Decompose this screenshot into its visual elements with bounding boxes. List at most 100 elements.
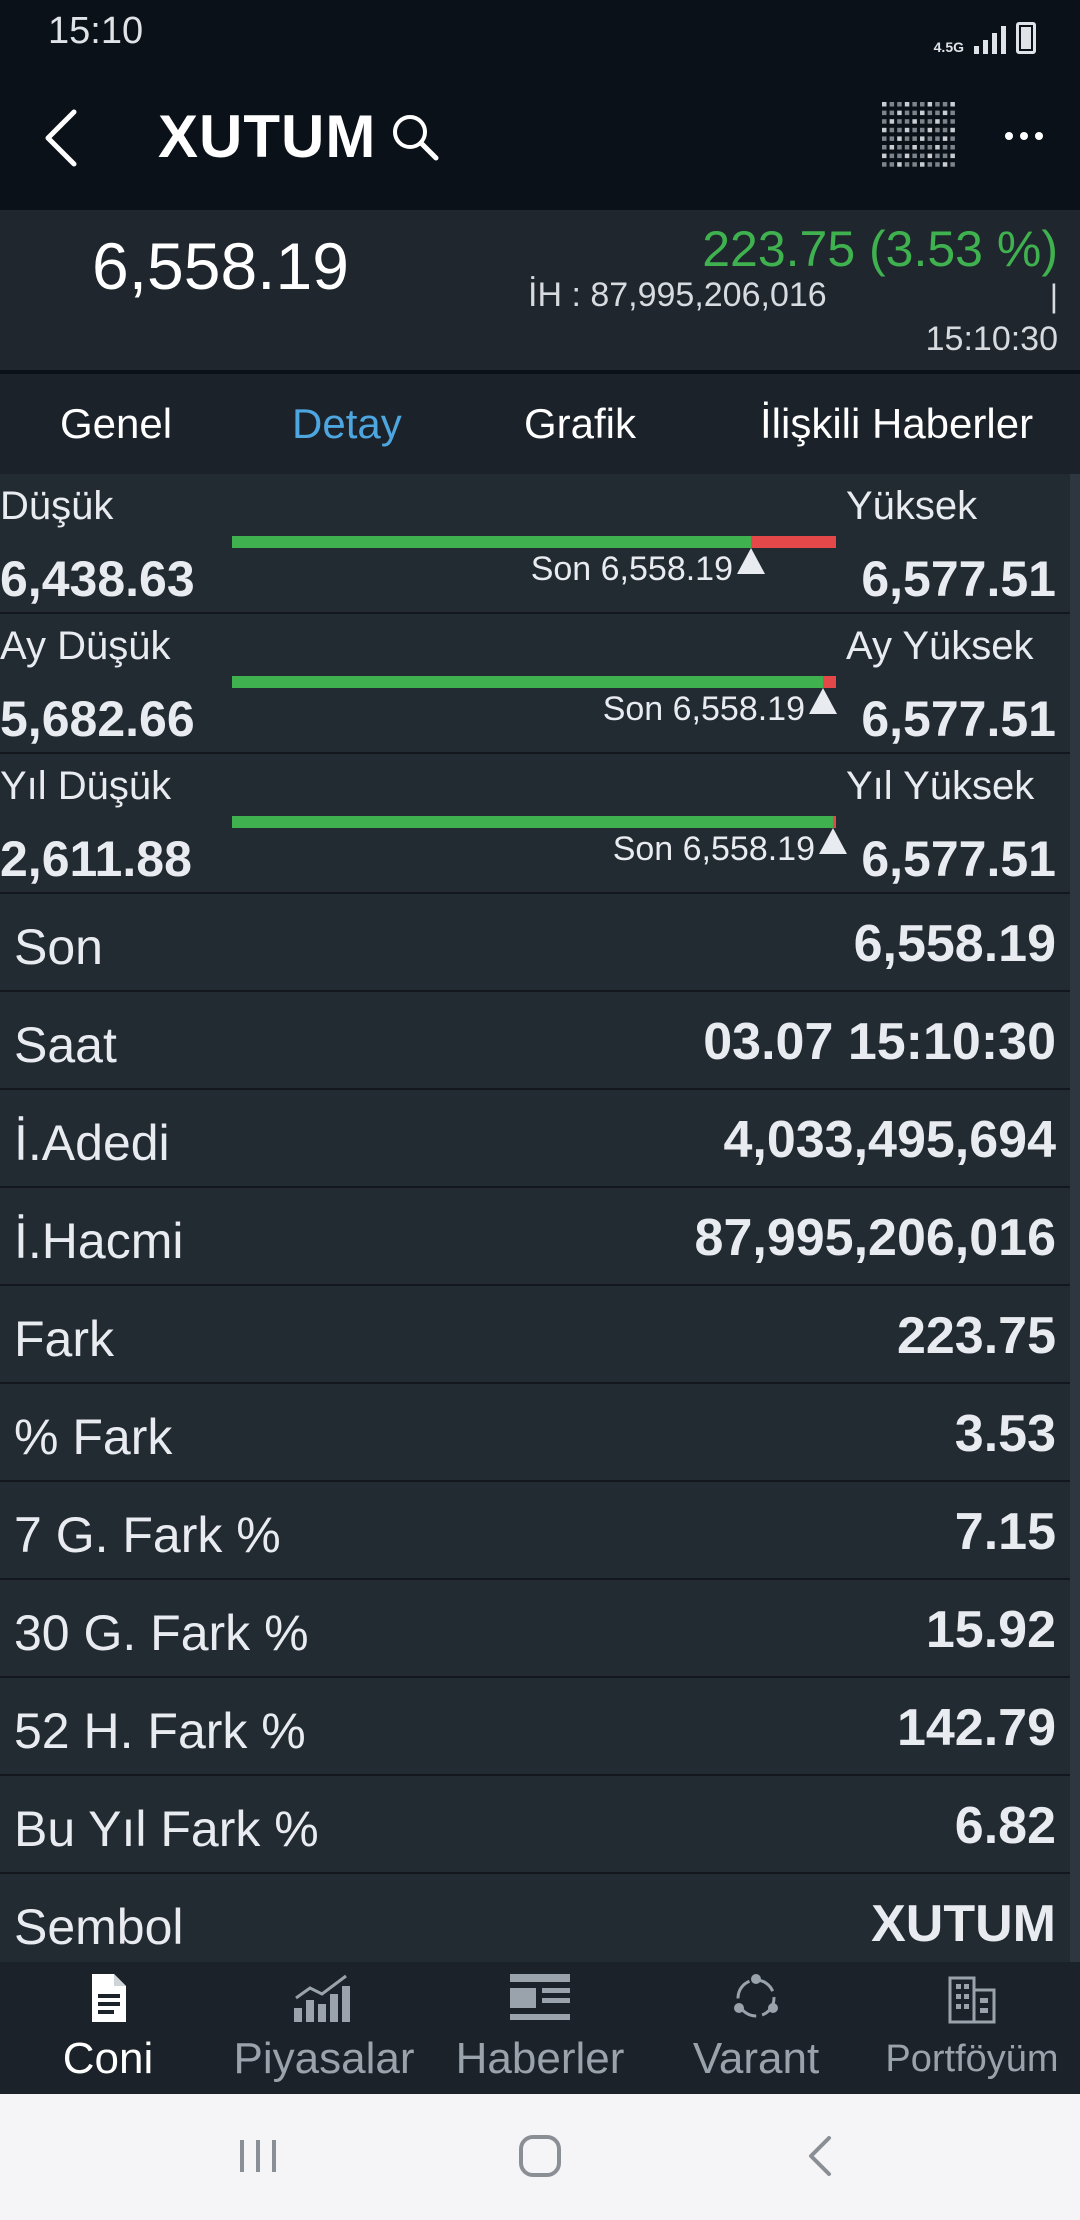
grid-dot [935, 145, 940, 150]
grid-dot [950, 136, 955, 141]
tab-iliskili-haberler[interactable]: İlişkili Haberler [760, 400, 1033, 448]
range-low-label: Yıl Düşük [0, 764, 172, 808]
grid-dot [912, 145, 917, 150]
grid-dot [942, 127, 948, 133]
search-icon [393, 115, 439, 161]
detail-label: Sembol [14, 1899, 184, 1955]
grid-dot [927, 153, 933, 159]
range-bar-fill [232, 816, 833, 828]
grid-dot [882, 162, 887, 167]
grid-dot [882, 127, 887, 133]
nav-item-coni[interactable]: Coni [0, 1962, 216, 2094]
range-low-value: 6,438.63 [0, 551, 195, 607]
detail-value: 6.82 [954, 1797, 1056, 1855]
nav-item-varant[interactable]: Varant [648, 1962, 864, 2094]
home-button[interactable] [500, 2126, 580, 2186]
range-low-value: 2,611.88 [0, 831, 192, 887]
grid-dot [920, 110, 925, 116]
range-son-label: Son 6,558.19 [612, 830, 815, 868]
nav-item-portfoyum[interactable]: Portföyüm [864, 1962, 1080, 2094]
grid-dot [912, 136, 917, 141]
grid-dot [942, 110, 948, 116]
detail-row-fark: Fark 223.75 [0, 1286, 1070, 1384]
grid-dot [889, 110, 895, 116]
nav-label: Piyasalar [233, 2034, 415, 2083]
grid-dot [935, 102, 940, 107]
page-title: XUTUM [158, 103, 377, 170]
system-back-button[interactable] [780, 2126, 860, 2186]
status-bar: 15:10 4.5G [0, 0, 1080, 66]
grid-dot [904, 153, 910, 159]
separator: | [1049, 278, 1058, 314]
detail-label: 52 H. Fark % [14, 1703, 306, 1759]
document-icon [92, 1974, 126, 2022]
grid-dot [889, 127, 895, 133]
tab-grafik[interactable]: Grafik [524, 400, 636, 448]
recent-apps-button[interactable] [218, 2126, 298, 2186]
search-button[interactable] [388, 110, 444, 166]
detail-content[interactable]: Düşük 6,438.63 Son 6,558.19 Yüksek 6,577… [0, 474, 1070, 1962]
back-chevron-icon [809, 2136, 831, 2176]
range-low-value: 5,682.66 [0, 691, 195, 747]
detail-label: Saat [14, 1017, 117, 1073]
grid-dot [927, 102, 933, 107]
grid-dot [882, 136, 887, 141]
range-son-label: Son 6,558.19 [602, 690, 805, 728]
more-dot-icon [1005, 132, 1013, 140]
grid-dot [950, 145, 955, 150]
grid-dot [920, 102, 925, 107]
grid-dot [904, 102, 910, 107]
detail-value: 87,995,206,016 [694, 1209, 1056, 1267]
more-dot-icon [1020, 132, 1028, 140]
grid-dot [889, 119, 895, 124]
grid-dot [950, 162, 955, 167]
detail-row-bu-yil-fark: Bu Yıl Fark % 6.82 [0, 1776, 1070, 1874]
back-button[interactable] [34, 106, 90, 170]
nav-item-haberler[interactable]: Haberler [432, 1962, 648, 2094]
tab-detay[interactable]: Detay [292, 400, 402, 448]
range-low-label: Ay Düşük [0, 624, 171, 668]
grid-dot [927, 136, 933, 141]
detail-row-30g-fark: 30 G. Fark % 15.92 [0, 1580, 1070, 1678]
range-bar: Son 6,558.19 [232, 536, 836, 588]
range-high-label: Yıl Yüksek [846, 764, 1035, 808]
nav-item-piyasalar[interactable]: Piyasalar [216, 1962, 432, 2094]
range-row-yearly: Yıl Düşük 2,611.88 Son 6,558.19 Yıl Yüks… [0, 754, 1070, 894]
grid-dot [920, 145, 925, 150]
grid-dot [935, 162, 940, 167]
nav-label: Varant [692, 2034, 820, 2083]
grid-view-button[interactable] [880, 100, 958, 172]
grid-dot [897, 102, 902, 107]
detail-row-son: Son 6,558.19 [0, 894, 1070, 992]
grid-dot [927, 162, 933, 167]
grid-dot [897, 127, 902, 133]
grid-dot [950, 127, 955, 133]
update-time: 15:10:30 [925, 320, 1058, 358]
grid-dot [950, 110, 955, 116]
grid-dot [927, 127, 933, 133]
grid-dot [912, 110, 917, 116]
grid-dot [927, 119, 933, 124]
range-son-label: Son 6,558.19 [530, 550, 733, 588]
scrollbar[interactable] [1070, 474, 1080, 1962]
more-options-button[interactable] [994, 106, 1054, 166]
home-icon [519, 2135, 561, 2177]
grid-dot [897, 145, 902, 150]
grid-dot [912, 102, 917, 107]
grid-dot [935, 153, 940, 159]
grid-dot [889, 153, 895, 159]
current-marker-icon [809, 688, 837, 714]
detail-value: 15.92 [925, 1601, 1056, 1659]
building-icon [948, 1976, 996, 2024]
app-bar: XUTUM [0, 66, 1080, 210]
detail-label: 7 G. Fark % [14, 1507, 281, 1563]
detail-row-yuzde-fark: % Fark 3.53 [0, 1384, 1070, 1482]
back-arrow-icon [45, 109, 77, 167]
detail-label: Son [14, 919, 103, 975]
range-high-value: 6,577.51 [861, 551, 1056, 607]
detail-label: Bu Yıl Fark % [14, 1801, 319, 1857]
tab-bar: Genel Detay Grafik İlişkili Haberler [0, 374, 1080, 474]
grid-dot [904, 136, 910, 141]
tab-genel[interactable]: Genel [60, 400, 172, 448]
bottom-nav: Coni Piyasalar Haberler Varant Portföyüm [0, 1962, 1080, 2094]
